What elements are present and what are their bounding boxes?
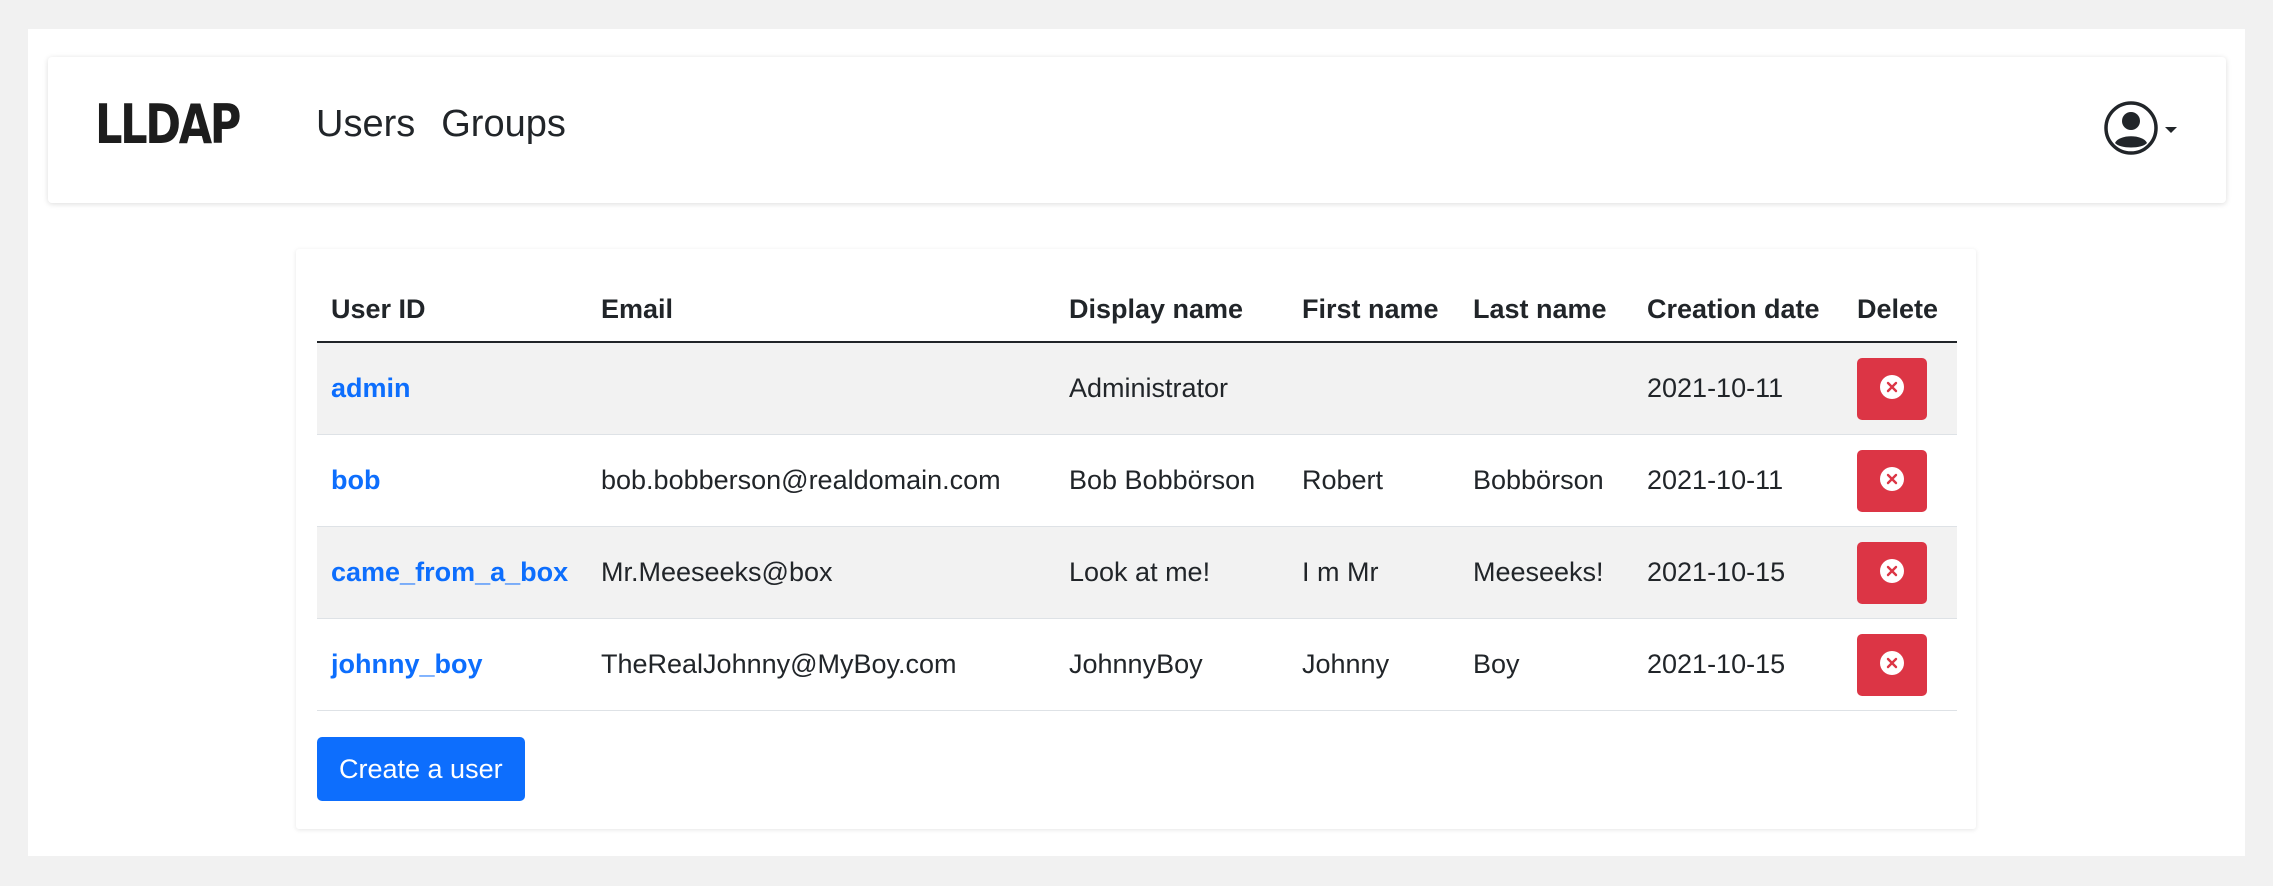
caret-down-icon xyxy=(2164,122,2178,140)
cell-creation-date: 2021-10-15 xyxy=(1633,526,1843,619)
table-row: came_from_a_box Mr.Meeseeks@box Look at … xyxy=(317,526,1957,619)
cell-email: TheRealJohnny@MyBoy.com xyxy=(587,618,1055,711)
nav-link-groups[interactable]: Groups xyxy=(441,103,566,146)
cell-display-name: Administrator xyxy=(1055,342,1288,435)
top-navbar: LLDAP Users Groups xyxy=(48,57,2226,203)
cell-first-name: I m Mr xyxy=(1288,526,1459,619)
cell-first-name: Robert xyxy=(1288,434,1459,527)
create-user-button[interactable]: Create a user xyxy=(317,737,525,801)
cell-last-name: Boy xyxy=(1459,618,1633,711)
user-id-link[interactable]: johnny_boy xyxy=(331,649,483,679)
page-container: LLDAP Users Groups User ID Email Display… xyxy=(28,29,2245,856)
table-row: johnny_boy TheRealJohnny@MyBoy.com Johnn… xyxy=(317,618,1957,711)
delete-user-button[interactable] xyxy=(1857,541,1927,604)
delete-user-button[interactable] xyxy=(1857,633,1927,696)
cell-last-name: Meeseeks! xyxy=(1459,526,1633,619)
cell-display-name: Look at me! xyxy=(1055,526,1288,619)
user-id-link[interactable]: admin xyxy=(331,373,411,403)
nav-link-users[interactable]: Users xyxy=(316,103,415,146)
col-header-email: Email xyxy=(587,278,1055,343)
cell-last-name: Bobbörson xyxy=(1459,434,1633,527)
x-circle-icon xyxy=(1879,374,1905,403)
main-nav: Users Groups xyxy=(316,103,566,146)
cell-user-id: came_from_a_box xyxy=(317,526,587,619)
user-menu-toggle[interactable] xyxy=(2104,101,2178,160)
brand-logo[interactable]: LLDAP xyxy=(95,93,241,156)
cell-email xyxy=(587,342,1055,435)
cell-delete xyxy=(1843,434,1957,527)
x-circle-icon xyxy=(1879,558,1905,587)
cell-display-name: JohnnyBoy xyxy=(1055,618,1288,711)
delete-user-button[interactable] xyxy=(1857,357,1927,420)
cell-user-id: admin xyxy=(317,342,587,435)
table-row: admin Administrator 2021-10-11 xyxy=(317,342,1957,435)
cell-last-name xyxy=(1459,342,1633,435)
cell-first-name: Johnny xyxy=(1288,618,1459,711)
cell-display-name: Bob Bobbörson xyxy=(1055,434,1288,527)
table-row: bob bob.bobberson@realdomain.com Bob Bob… xyxy=(317,434,1957,527)
col-header-last-name: Last name xyxy=(1459,278,1633,343)
col-header-creation-date: Creation date xyxy=(1633,278,1843,343)
users-table: User ID Email Display name First name La… xyxy=(317,278,1957,711)
col-header-user-id: User ID xyxy=(317,278,587,343)
cell-creation-date: 2021-10-11 xyxy=(1633,342,1843,435)
cell-creation-date: 2021-10-15 xyxy=(1633,618,1843,711)
col-header-display-name: Display name xyxy=(1055,278,1288,343)
cell-delete xyxy=(1843,526,1957,619)
col-header-first-name: First name xyxy=(1288,278,1459,343)
user-circle-icon xyxy=(2104,101,2158,160)
cell-email: bob.bobberson@realdomain.com xyxy=(587,434,1055,527)
x-circle-icon xyxy=(1879,466,1905,495)
col-header-delete: Delete xyxy=(1843,278,1957,343)
cell-creation-date: 2021-10-11 xyxy=(1633,434,1843,527)
cell-first-name xyxy=(1288,342,1459,435)
user-id-link[interactable]: bob xyxy=(331,465,380,495)
cell-delete xyxy=(1843,618,1957,711)
table-header-row: User ID Email Display name First name La… xyxy=(317,278,1957,343)
cell-email: Mr.Meeseeks@box xyxy=(587,526,1055,619)
cell-user-id: johnny_boy xyxy=(317,618,587,711)
delete-user-button[interactable] xyxy=(1857,449,1927,512)
user-id-link[interactable]: came_from_a_box xyxy=(331,557,568,587)
users-card: User ID Email Display name First name La… xyxy=(296,249,1976,829)
cell-delete xyxy=(1843,342,1957,435)
x-circle-icon xyxy=(1879,650,1905,679)
cell-user-id: bob xyxy=(317,434,587,527)
